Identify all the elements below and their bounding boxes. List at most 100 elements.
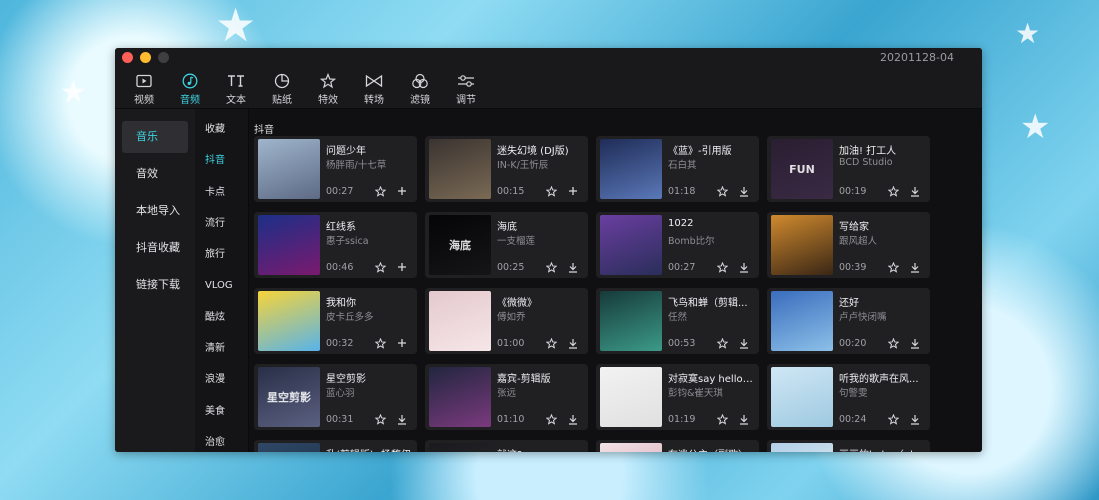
favorite-star-icon[interactable] [373, 261, 387, 273]
track-title: 在逃公主（副歌） [668, 446, 754, 452]
add-plus-icon[interactable] [566, 185, 580, 197]
download-icon[interactable] [737, 185, 751, 197]
music-card[interactable]: 问题少年 杨胖雨/十七草 00:27 [254, 136, 417, 202]
background-star-decoration: ★ [60, 75, 87, 110]
category-item[interactable]: 卡点 [195, 177, 248, 208]
track-duration: 00:20 [839, 338, 867, 349]
music-card[interactable]: 就这? [425, 440, 588, 452]
favorite-star-icon[interactable] [373, 337, 387, 349]
music-card[interactable]: 飞鸟和蝉（剪辑... 任然 00:53 [596, 288, 759, 354]
category-item[interactable]: 浪漫 [195, 364, 248, 395]
music-card[interactable]: 《微微》 傅如乔 01:00 [425, 288, 588, 354]
music-card[interactable]: 还好 卢卢快闭嘴 00:20 [767, 288, 930, 354]
background-star-decoration: ★ [1020, 107, 1051, 147]
favorite-star-icon[interactable] [373, 413, 387, 425]
add-plus-icon[interactable] [395, 185, 409, 197]
category-item[interactable]: 美食 [195, 396, 248, 427]
category-item[interactable]: 抖音 [195, 145, 248, 176]
favorite-star-icon[interactable] [886, 261, 900, 273]
track-artist: 一支榴莲 [497, 236, 536, 247]
toolbar-video-button[interactable]: 视频 [121, 68, 167, 108]
download-icon[interactable] [908, 185, 922, 197]
track-title: 嘉宾-剪辑版 [497, 374, 551, 385]
track-duration: 00:27 [668, 262, 696, 273]
background-star-decoration: ★ [215, 0, 257, 52]
adjust-sliders-icon [457, 73, 475, 89]
favorite-star-icon[interactable] [715, 261, 729, 273]
add-plus-icon[interactable] [395, 337, 409, 349]
album-cover [429, 367, 491, 427]
music-card[interactable]: 《蓝》-引用版 石白其 01:18 [596, 136, 759, 202]
category-item[interactable]: 收藏 [195, 114, 248, 145]
music-card[interactable]: 海底 海底 一支榴莲 00:25 [425, 212, 588, 278]
toolbar-audio-button[interactable]: 音频 [167, 68, 213, 108]
category-item[interactable]: 流行 [195, 208, 248, 239]
music-card[interactable]: 我和你 皮卡丘多多 00:32 [254, 288, 417, 354]
download-icon[interactable] [737, 413, 751, 425]
toolbar-transition-button[interactable]: 转场 [351, 68, 397, 108]
favorite-star-icon[interactable] [886, 185, 900, 197]
music-card[interactable]: 1022 Bomb比尔 00:27 [596, 212, 759, 278]
category-item[interactable]: 酷炫 [195, 302, 248, 333]
toolbar-filter-button[interactable]: 滤镜 [397, 68, 443, 108]
favorite-star-icon[interactable] [544, 337, 558, 349]
download-icon[interactable] [395, 413, 409, 425]
left-nav-item[interactable]: 音乐 [122, 121, 188, 153]
album-cover: 星空剪影 [258, 367, 320, 427]
music-card[interactable]: 乱(剪辑版)--杨馥伊 [254, 440, 417, 452]
add-plus-icon[interactable] [395, 261, 409, 273]
music-card[interactable]: 星空剪影 星空剪影 蓝心羽 00:31 [254, 364, 417, 430]
track-title: 红线系 [326, 222, 356, 233]
album-cover [429, 139, 491, 199]
download-icon[interactable] [737, 261, 751, 273]
music-card[interactable]: 红线系 惠子ssica 00:46 [254, 212, 417, 278]
music-card[interactable]: 对寂寞say hello-... 彭钧&崔天琪 01:19 [596, 364, 759, 430]
favorite-star-icon[interactable] [373, 185, 387, 197]
download-icon[interactable] [566, 413, 580, 425]
favorite-star-icon[interactable] [544, 261, 558, 273]
music-card[interactable]: 在逃公主（副歌） [596, 440, 759, 452]
favorite-star-icon[interactable] [715, 185, 729, 197]
favorite-star-icon[interactable] [544, 185, 558, 197]
category-item[interactable]: 治愈 [195, 427, 248, 452]
music-card[interactable]: FUN 加油! 打工人 BCD Studio 00:19 [767, 136, 930, 202]
left-nav-item[interactable]: 音效 [122, 158, 188, 190]
toolbar-effects-button[interactable]: 特效 [305, 68, 351, 108]
favorite-star-icon[interactable] [886, 337, 900, 349]
category-item[interactable]: VLOG [195, 270, 248, 301]
toolbar-text-button[interactable]: 文本 [213, 68, 259, 108]
minimize-window-button[interactable] [140, 52, 151, 63]
maximize-window-button[interactable] [158, 52, 169, 63]
favorite-star-icon[interactable] [544, 413, 558, 425]
track-artist: 蓝心羽 [326, 388, 355, 399]
download-icon[interactable] [908, 413, 922, 425]
category-item[interactable]: 清新 [195, 333, 248, 364]
download-icon[interactable] [737, 337, 751, 349]
track-duration: 00:32 [326, 338, 354, 349]
toolbar-label: 文本 [226, 95, 246, 106]
album-cover [600, 443, 662, 452]
toolbar-adjust-button[interactable]: 调节 [443, 68, 489, 108]
left-nav-item[interactable]: 链接下载 [122, 269, 188, 301]
music-card[interactable]: 听我的歌声在风... 句警雯 00:24 [767, 364, 930, 430]
download-icon[interactable] [566, 337, 580, 349]
favorite-star-icon[interactable] [715, 337, 729, 349]
toolbar-sticker-button[interactable]: 贴纸 [259, 68, 305, 108]
toolbar-label: 调节 [456, 95, 476, 106]
music-card[interactable]: 嘉宾-剪辑版 张远 01:10 [425, 364, 588, 430]
download-icon[interactable] [908, 337, 922, 349]
download-icon[interactable] [908, 261, 922, 273]
album-cover [258, 215, 320, 275]
music-card[interactable]: 迷失幻境 (DJ版) IN-K/王忻辰 00:15 [425, 136, 588, 202]
download-icon[interactable] [566, 261, 580, 273]
left-nav-item[interactable]: 本地导入 [122, 195, 188, 227]
music-card[interactable]: 画画的baby（gla... [767, 440, 930, 452]
music-card[interactable]: 写给家 跟风超人 00:39 [767, 212, 930, 278]
category-item[interactable]: 旅行 [195, 239, 248, 270]
favorite-star-icon[interactable] [715, 413, 729, 425]
effects-star-icon [320, 73, 336, 89]
track-artist: BCD Studio [839, 157, 893, 168]
left-nav-item[interactable]: 抖音收藏 [122, 232, 188, 264]
favorite-star-icon[interactable] [886, 413, 900, 425]
close-window-button[interactable] [122, 52, 133, 63]
